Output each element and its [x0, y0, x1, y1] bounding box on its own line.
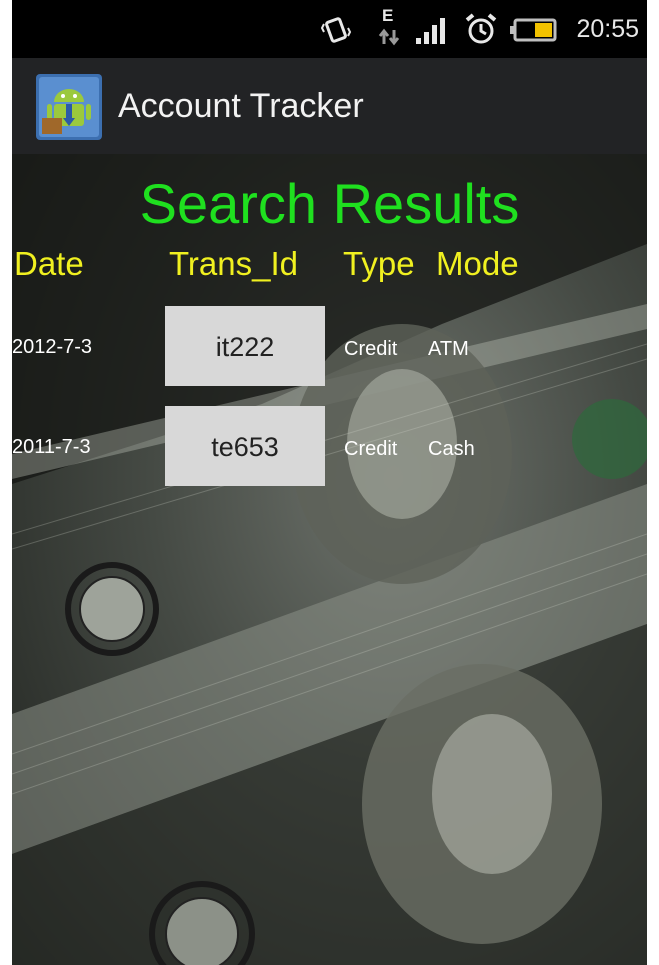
android-app-icon[interactable] [36, 74, 102, 140]
status-bar: E 20:55 [12, 0, 647, 58]
signal-icon [416, 18, 445, 44]
app-title: Account Tracker [118, 87, 364, 125]
row-type: Credit [344, 438, 398, 460]
column-header-trans-id: Trans_Id [169, 245, 299, 282]
row-date: 2012-7-3 [12, 336, 93, 358]
banknote-background [12, 154, 647, 965]
row-date: 2011-7-3 [12, 436, 91, 458]
edge-label: E [382, 6, 394, 25]
alarm-icon [465, 13, 497, 44]
search-results-title: Search Results [139, 172, 520, 235]
action-bar: Account Tracker [12, 58, 647, 154]
phone-screen: E 20:55 Account Tracker Search Results D… [12, 0, 647, 965]
content-area: Search Results Date Trans_Id Type Mode 2… [12, 154, 647, 965]
column-header-type: Type [343, 245, 415, 282]
row-mode: ATM [428, 338, 469, 360]
column-header-mode: Mode [436, 245, 519, 282]
column-header-date: Date [14, 245, 84, 282]
row-type: Credit [344, 338, 398, 360]
status-time: 20:55 [576, 15, 639, 43]
trans-id-button[interactable]: te653 [165, 406, 325, 486]
edge-data-icon: E [378, 6, 400, 50]
trans-id-button[interactable]: it222 [165, 306, 325, 386]
battery-icon [510, 18, 557, 42]
vibrate-icon [320, 17, 352, 43]
row-mode: Cash [428, 438, 475, 460]
